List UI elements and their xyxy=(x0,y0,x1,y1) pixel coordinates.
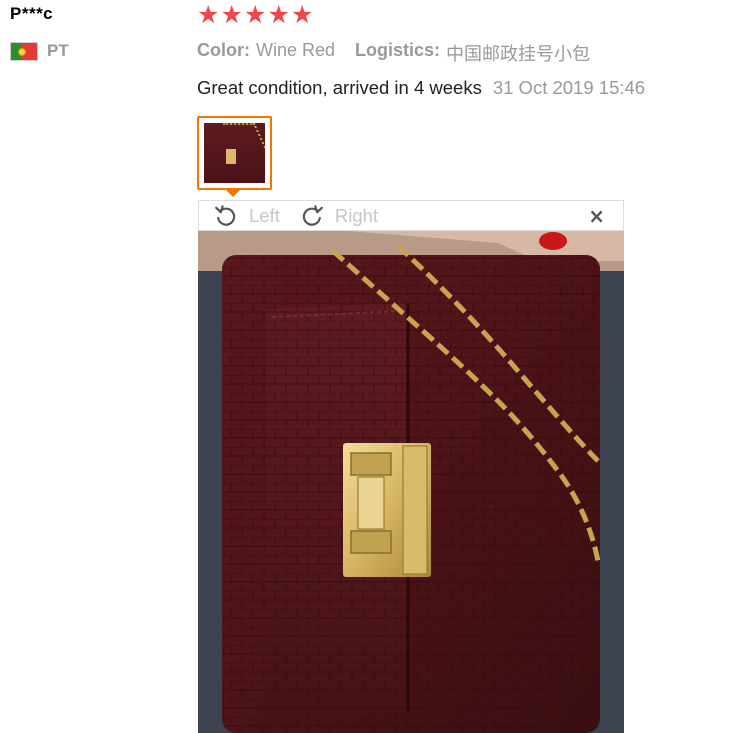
attribute-key: Color: xyxy=(197,40,250,60)
star-icon: ★ xyxy=(244,0,267,29)
order-attributes: Color: Wine Red Logistics: 中国邮政挂号小包 xyxy=(197,40,590,66)
rotate-left-label: Left xyxy=(249,204,280,226)
country-code: PT xyxy=(47,41,69,60)
star-icon: ★ xyxy=(267,0,290,29)
rotate-right-label: Right xyxy=(334,204,379,226)
portugal-flag-icon xyxy=(10,41,38,61)
star-icon: ★ xyxy=(197,0,220,29)
attribute-logistics: Logistics: 中国邮政挂号小包 xyxy=(355,40,590,66)
thumbnail-pointer-arrow xyxy=(225,189,241,197)
review-photo-thumbnail[interactable] xyxy=(197,116,272,190)
star-icon: ★ xyxy=(291,0,314,29)
close-icon[interactable]: × xyxy=(588,204,605,228)
attribute-key: Logistics: xyxy=(355,40,441,60)
buyer-country: PT xyxy=(10,41,69,61)
user-name: P***c xyxy=(10,4,54,23)
rotate-left-button[interactable]: Left xyxy=(213,203,280,229)
attribute-color: Color: Wine Red xyxy=(197,40,335,66)
attribute-value: 中国邮政挂号小包 xyxy=(446,44,591,64)
photo-viewer-toolbar: Left Right × xyxy=(198,200,624,231)
rotate-right-icon xyxy=(302,204,323,226)
review-content: Great condition, arrived in 4 weeks 31 O… xyxy=(197,77,645,99)
review-text: Great condition, arrived in 4 weeks xyxy=(197,77,482,98)
star-icon: ★ xyxy=(220,0,243,29)
review-date: 31 Oct 2019 15:46 xyxy=(492,77,646,98)
bag-photo-illustration xyxy=(198,231,624,733)
star-rating: ★ ★ ★ ★ ★ xyxy=(197,2,315,28)
thumbnail-image xyxy=(204,123,265,183)
review-photo-large xyxy=(198,231,624,733)
rotate-right-button[interactable]: Right xyxy=(299,203,378,229)
rotate-left-icon xyxy=(215,204,236,226)
attribute-value: Wine Red xyxy=(256,40,336,60)
